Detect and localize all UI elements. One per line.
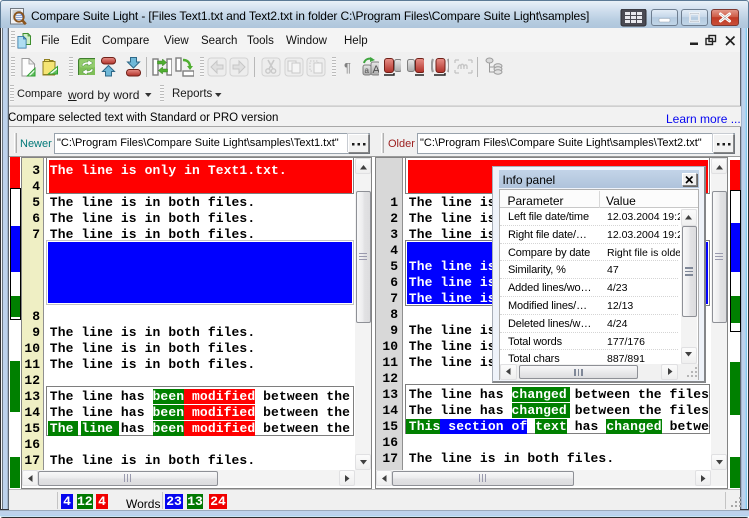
svg-text:A: A [373,64,380,76]
svg-text:a: a [365,66,370,75]
